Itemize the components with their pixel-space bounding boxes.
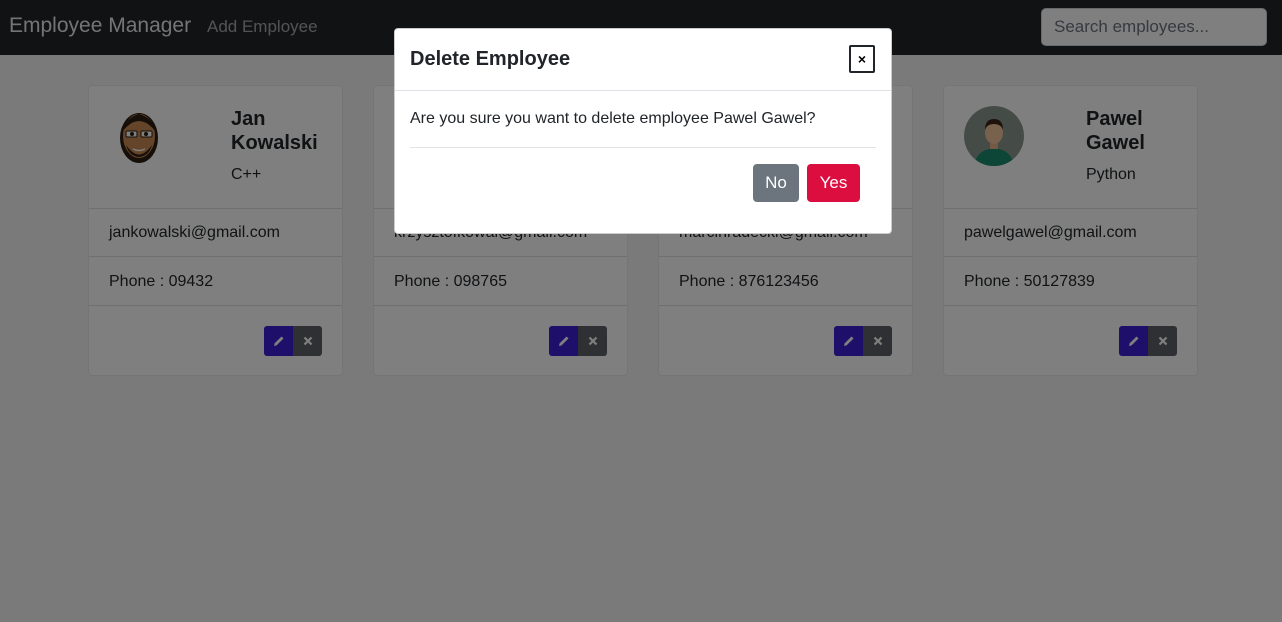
yes-button[interactable]: Yes xyxy=(807,164,860,202)
modal-header: Delete Employee × xyxy=(395,29,891,91)
modal-divider xyxy=(410,147,876,148)
modal-message: Are you sure you want to delete employee… xyxy=(410,110,816,127)
modal-close-button[interactable]: × xyxy=(849,45,875,73)
modal-title: Delete Employee xyxy=(410,48,571,70)
no-button[interactable]: No xyxy=(753,164,799,202)
delete-employee-modal: Delete Employee × Are you sure you want … xyxy=(394,28,892,234)
